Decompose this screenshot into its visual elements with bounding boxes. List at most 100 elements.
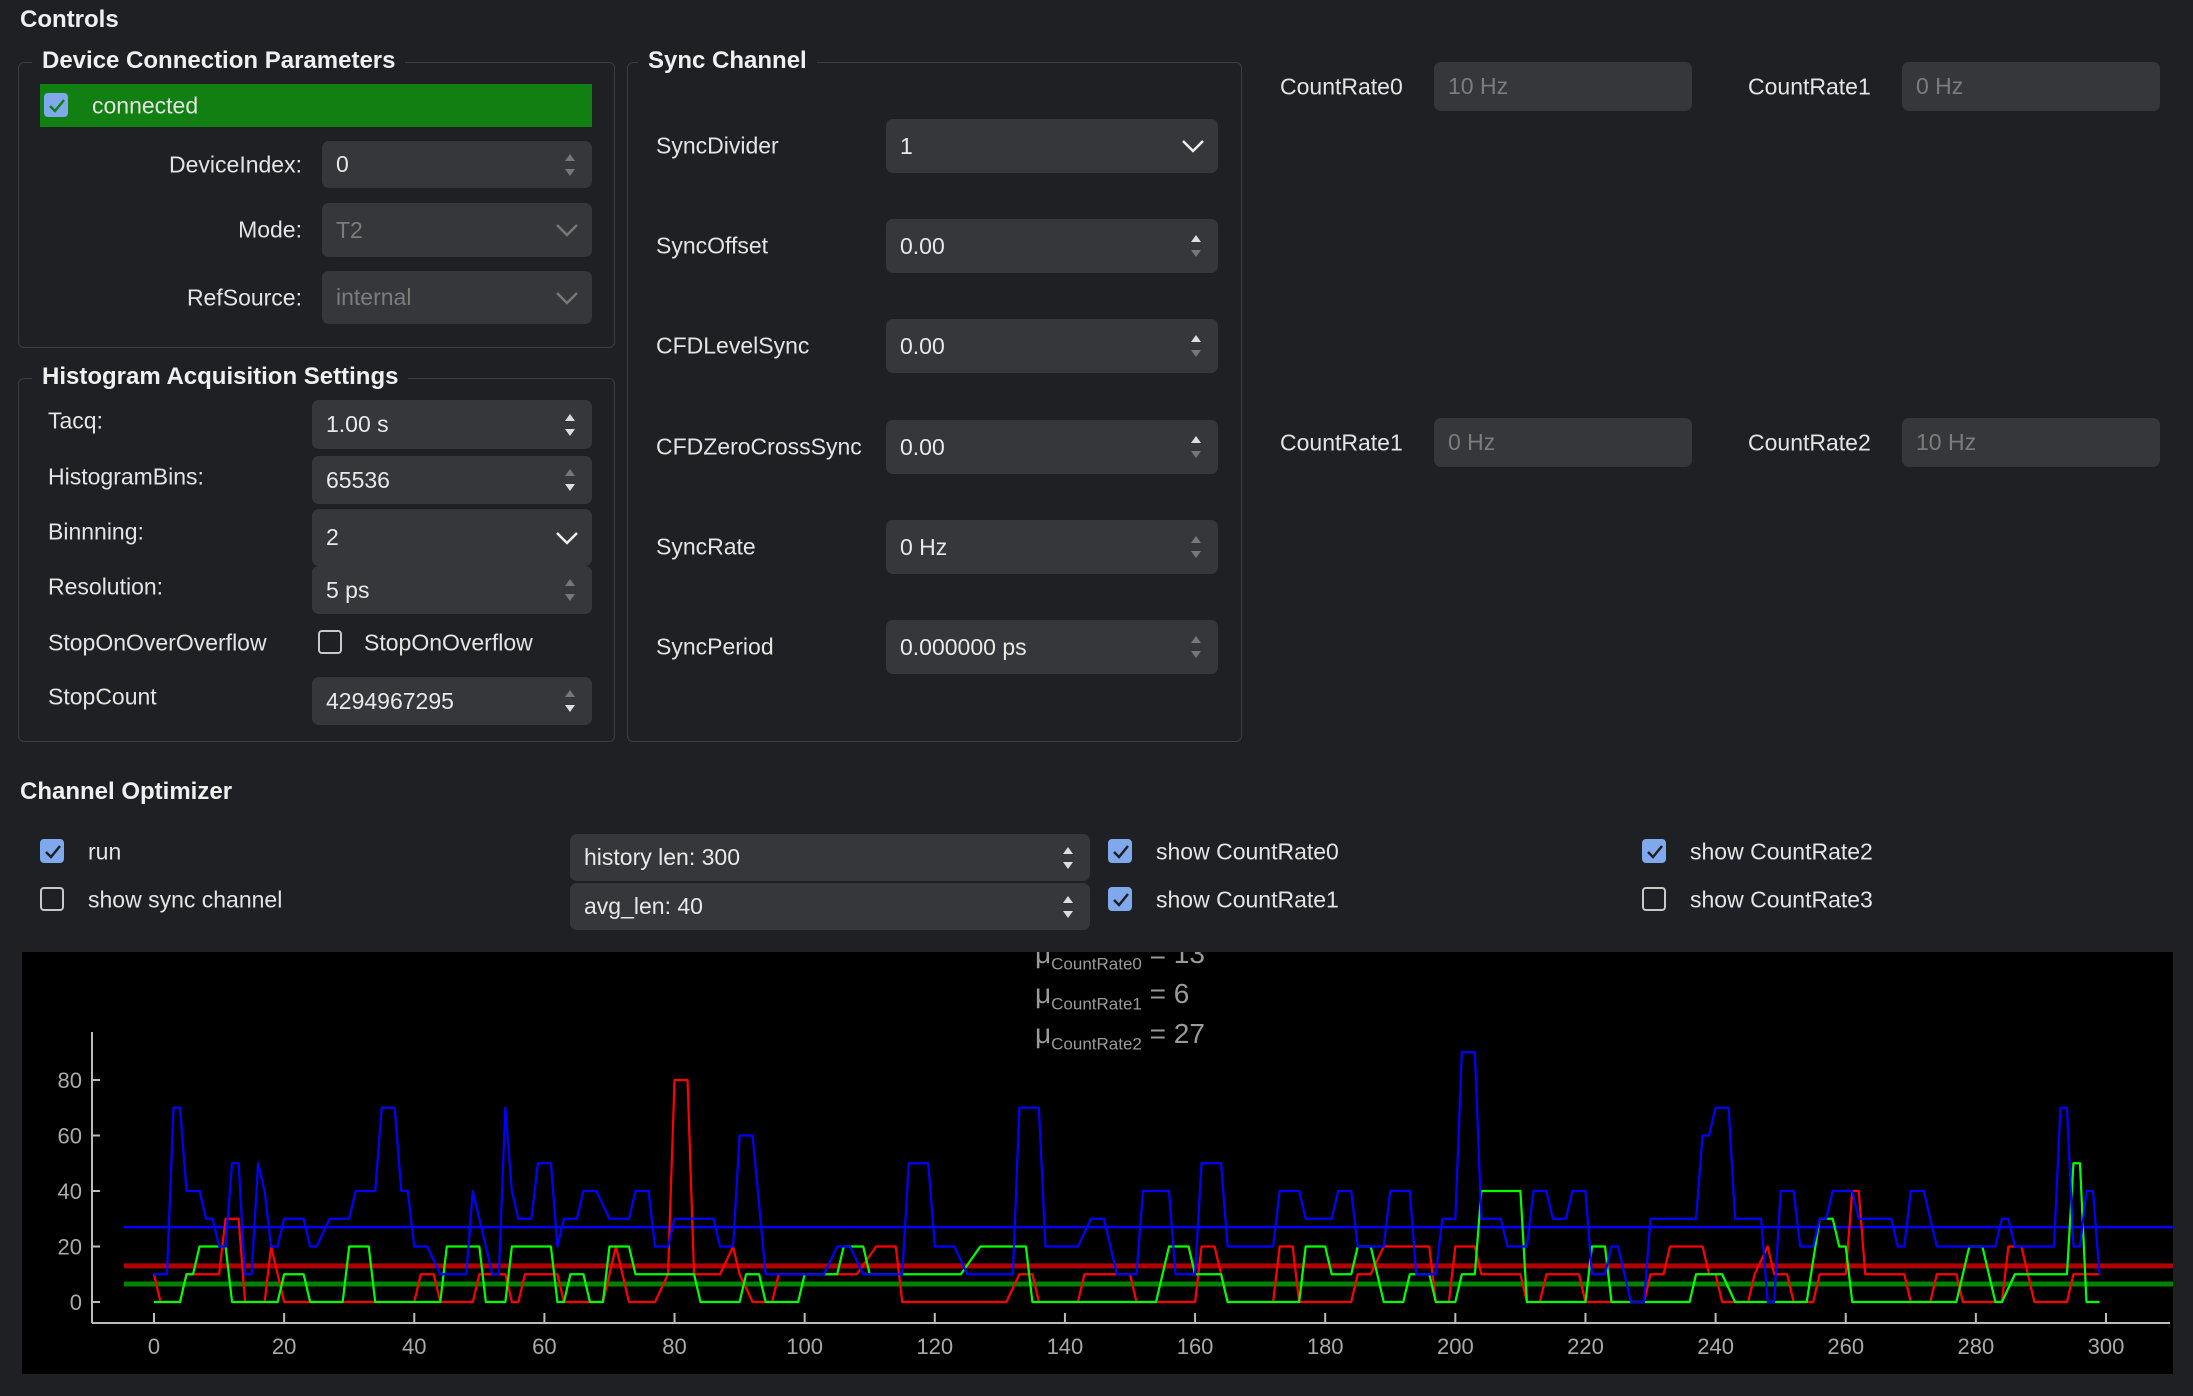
sync-row-spin[interactable]: 0.00: [886, 219, 1218, 273]
device-connection-title: Device Connection Parameters: [32, 47, 406, 75]
chevron-down-icon: [556, 291, 578, 305]
sync-row-value: 0.00: [900, 232, 945, 259]
mode-combobox[interactable]: T2: [322, 203, 592, 257]
sync-row-label: SyncOffset: [656, 232, 769, 259]
stop-count-value: 4294967295: [326, 687, 454, 714]
x-tick-label: 180: [1307, 1334, 1344, 1359]
spin-arrows-icon[interactable]: [1060, 841, 1076, 875]
binning-combobox[interactable]: 2: [312, 509, 592, 566]
chevron-down-icon: [1182, 140, 1204, 153]
spin-arrows-icon[interactable]: [1188, 229, 1204, 263]
x-tick-label: 300: [2088, 1334, 2125, 1359]
sync-row-label: CFDZeroCrossSync: [656, 433, 862, 460]
connected-indicator[interactable]: connected: [40, 84, 592, 127]
spin-arrows-icon[interactable]: [1188, 430, 1204, 464]
mean-value: = 13: [1149, 952, 1205, 969]
avg-len-value: avg_len: 40: [584, 893, 703, 919]
x-tick-label: 0: [148, 1334, 160, 1359]
avg-len-spinbox[interactable]: avg_len: 40: [570, 883, 1090, 930]
count-rate-field: 0 Hz: [1434, 418, 1692, 467]
show-countrate-label: show CountRate1: [1156, 886, 1339, 913]
count-rate-field: 10 Hz: [1434, 62, 1692, 111]
show-countrate-checkbox[interactable]: [1642, 839, 1666, 863]
mean-label: μCountRate2 = 27: [1035, 1018, 1205, 1055]
device-index-value: 0: [336, 151, 349, 177]
count-rate-label: CountRate1: [1748, 73, 1871, 100]
mode-label: Mode:: [238, 216, 302, 243]
show-countrate-checkbox[interactable]: [1108, 887, 1132, 911]
spin-arrows-icon[interactable]: [1060, 890, 1076, 924]
count-rate-value: 0 Hz: [1916, 73, 1964, 99]
binning-label: Binnning:: [48, 518, 144, 545]
sync-row-value: 0.00: [900, 332, 945, 359]
tacq-spinbox[interactable]: 1.00 s: [312, 400, 592, 449]
mean-symbol: μ: [1035, 1018, 1052, 1049]
mean-value: = 6: [1149, 978, 1190, 1009]
spin-arrows-icon[interactable]: [1188, 630, 1204, 664]
spin-arrows-icon[interactable]: [562, 148, 578, 182]
mean-symbol: μ: [1035, 952, 1052, 969]
mean-label: μCountRate0 = 13: [1035, 952, 1205, 975]
stop-count-spinbox[interactable]: 4294967295: [312, 677, 592, 725]
count-rate-label: CountRate2: [1748, 429, 1871, 456]
run-checkbox[interactable]: [40, 839, 64, 863]
count-rate-value: 10 Hz: [1916, 429, 1977, 455]
stop-on-overflow-label: StopOnOverOverflow: [48, 629, 267, 656]
channel-optimizer-title: Channel Optimizer: [20, 778, 233, 805]
show-countrate-label: show CountRate0: [1156, 838, 1339, 865]
sync-row-spin[interactable]: 0.00: [886, 420, 1218, 474]
binning-value: 2: [326, 524, 339, 550]
tacq-label: Tacq:: [48, 407, 103, 434]
spin-arrows-icon[interactable]: [562, 573, 578, 607]
sync-row-label: SyncPeriod: [656, 633, 774, 660]
x-tick-label: 140: [1047, 1334, 1084, 1359]
history-len-spinbox[interactable]: history len: 300: [570, 834, 1090, 881]
run-label: run: [88, 838, 122, 865]
sync-row-combo[interactable]: 1: [886, 119, 1218, 173]
device-index-label: DeviceIndex:: [169, 151, 302, 178]
mean-series-name: CountRate1: [1051, 994, 1142, 1014]
ref-source-label: RefSource:: [186, 284, 302, 311]
resolution-label: Resolution:: [48, 573, 164, 600]
spin-arrows-icon[interactable]: [1188, 329, 1204, 363]
x-tick-label: 80: [662, 1334, 686, 1359]
x-tick-label: 280: [1958, 1334, 1995, 1359]
plot-canvas: 0 20 40 60 80 0 20 40 60 80 100 120 140 160 180 200 220 2…: [58, 1032, 2173, 1359]
sync-row-spin[interactable]: 0.00: [886, 319, 1218, 373]
tacq-value: 1.00 s: [326, 411, 389, 437]
series-line-countrate0: [152, 1078, 2100, 1304]
stop-on-overflow-checkbox-label: StopOnOverflow: [364, 629, 533, 656]
sync-row-label: CFDLevelSync: [656, 332, 810, 359]
sync-row-label: SyncRate: [656, 533, 756, 560]
histogram-bins-value: 65536: [326, 466, 390, 493]
resolution-value: 5 ps: [326, 576, 370, 603]
device-index-spinbox[interactable]: 0: [322, 141, 592, 188]
x-tick-label: 240: [1697, 1334, 1734, 1359]
histogram-bins-spinbox[interactable]: 65536: [312, 456, 592, 504]
spin-arrows-icon[interactable]: [562, 408, 578, 442]
sync-row-spin[interactable]: 0.000000 ps: [886, 620, 1218, 674]
resolution-spinbox[interactable]: 5 ps: [312, 566, 592, 614]
connected-label: connected: [92, 92, 199, 119]
history-len-value: history len: 300: [584, 844, 740, 870]
series-line-countrate1: [154, 1162, 2100, 1304]
ref-source-value: internal: [336, 284, 412, 310]
sync-row-spin[interactable]: 0 Hz: [886, 520, 1218, 574]
ref-source-combobox[interactable]: internal: [322, 271, 592, 324]
show-countrate-checkbox[interactable]: [1642, 887, 1666, 911]
stop-on-overflow-checkbox[interactable]: [318, 630, 342, 654]
count-rate-plot[interactable]: 0 20 40 60 80 0 20 40 60 80 100 120 140 160 180 200 220 2…: [22, 952, 2173, 1374]
connected-checkbox[interactable]: [44, 93, 68, 117]
spin-arrows-icon[interactable]: [562, 684, 578, 718]
show-countrate-checkbox[interactable]: [1108, 839, 1132, 863]
x-tick-label: 100: [786, 1334, 823, 1359]
x-tick-label: 260: [1827, 1334, 1864, 1359]
x-tick-label: 200: [1437, 1334, 1474, 1359]
show-sync-checkbox[interactable]: [40, 887, 64, 911]
x-tick-label: 60: [532, 1334, 556, 1359]
sync-row-value: 0.000000 ps: [900, 633, 1027, 660]
spin-arrows-icon[interactable]: [562, 463, 578, 497]
mean-series-name: CountRate2: [1051, 1034, 1142, 1054]
show-sync-label: show sync channel: [88, 886, 283, 913]
spin-arrows-icon[interactable]: [1188, 530, 1204, 564]
